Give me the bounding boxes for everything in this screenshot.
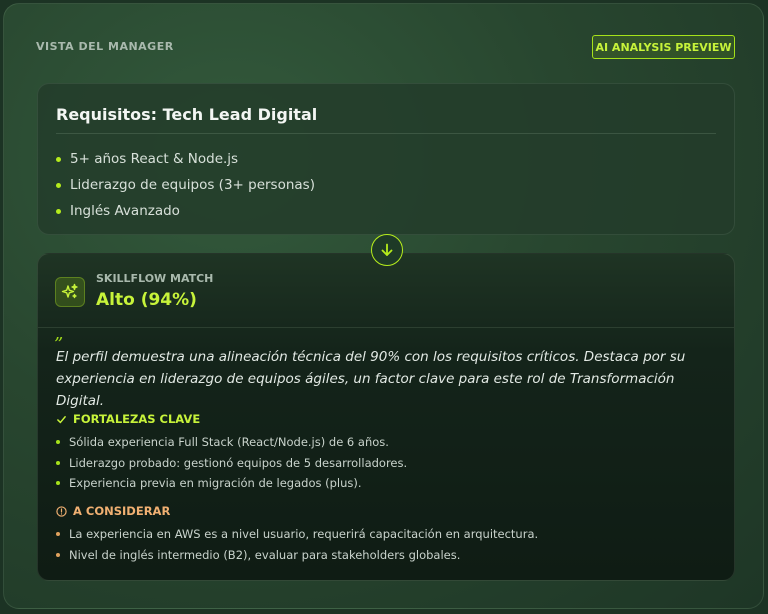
- list-item: Liderazgo probado: gestionó equipos de 5…: [56, 453, 407, 474]
- strengths-title: FORTALEZAS CLAVE: [73, 412, 201, 426]
- check-icon: [57, 415, 66, 423]
- bullet-dot-icon: [56, 552, 60, 557]
- arrow-down-icon: [371, 234, 403, 266]
- requirements-card: Requisitos: Tech Lead Digital 5+ años Re…: [37, 83, 735, 235]
- bullet-dot-icon: [56, 440, 60, 445]
- list-item: La experiencia en AWS es a nivel usuario…: [56, 524, 538, 545]
- requirement-item: Liderazgo de equipos (3+ personas): [56, 172, 315, 198]
- bullet-dot-icon: [56, 156, 61, 162]
- bullet-dot-icon: [56, 532, 60, 537]
- requirement-text: Inglés Avanzado: [70, 203, 180, 219]
- bullet-dot-icon: [56, 208, 61, 214]
- consideration-text: La experiencia en AWS es a nivel usuario…: [69, 527, 539, 542]
- strength-text: Liderazgo probado: gestionó equipos de 5…: [69, 455, 408, 470]
- skillflow-match-card: SKILLFLOW MATCH Alto (94%) ” El perfil d…: [37, 253, 735, 581]
- requirement-text: 5+ años React & Node.js: [70, 151, 239, 167]
- manager-view-panel: VISTA DEL MANAGER AI ANALYSIS PREVIEW Re…: [3, 3, 764, 609]
- panel-header-label: VISTA DEL MANAGER: [36, 40, 174, 53]
- list-item: Nivel de inglés intermedio (B2), evaluar…: [56, 545, 538, 566]
- strengths-list: Sólida experiencia Full Stack (React/Nod…: [56, 432, 407, 494]
- requirement-item: Inglés Avanzado: [56, 198, 315, 224]
- bullet-dot-icon: [56, 481, 60, 486]
- considerations-title: A CONSIDERAR: [73, 504, 171, 518]
- match-score: Alto (94%): [96, 290, 197, 310]
- list-item: Sólida experiencia Full Stack (React/Nod…: [56, 432, 407, 453]
- bullet-dot-icon: [56, 460, 60, 465]
- requirements-list: 5+ años React & Node.js Liderazgo de equ…: [56, 146, 315, 224]
- strengths-heading: FORTALEZAS CLAVE: [56, 412, 200, 426]
- ai-analysis-preview-badge: AI ANALYSIS PREVIEW: [592, 35, 735, 59]
- strength-text: Sólida experiencia Full Stack (React/Nod…: [69, 435, 389, 450]
- strength-text: Experiencia previa en migración de legad…: [69, 476, 362, 491]
- requirements-title: Requisitos: Tech Lead Digital: [56, 105, 318, 124]
- considerations-list: La experiencia en AWS es a nivel usuario…: [56, 524, 538, 565]
- requirement-item: 5+ años React & Node.js: [56, 146, 315, 172]
- match-summary: El perfil demuestra una alineación técni…: [56, 349, 686, 409]
- requirement-text: Liderazgo de equipos (3+ personas): [70, 177, 315, 193]
- alert-circle-icon: [56, 505, 67, 517]
- consideration-text: Nivel de inglés intermedio (B2), evaluar…: [69, 547, 461, 562]
- sparkles-icon: [55, 277, 85, 307]
- match-label: SKILLFLOW MATCH: [96, 272, 214, 285]
- bullet-dot-icon: [56, 182, 61, 188]
- list-item: Experiencia previa en migración de legad…: [56, 473, 407, 494]
- considerations-heading: A CONSIDERAR: [56, 504, 170, 518]
- requirements-divider: [56, 133, 716, 134]
